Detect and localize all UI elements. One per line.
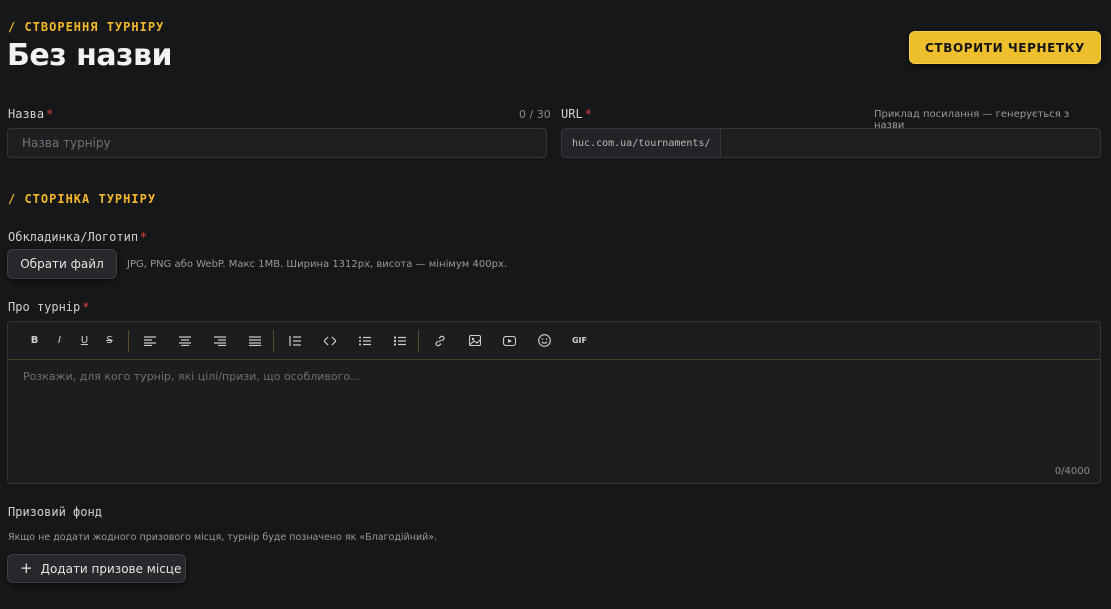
gif-button[interactable]: GIF	[569, 331, 590, 351]
section-kicker-create: / СТВОРЕННЯ ТУРНІРУ	[8, 20, 165, 34]
about-counter: 0/4000	[1054, 466, 1090, 477]
name-counter: 0 / 30	[519, 108, 551, 121]
blockquote-icon[interactable]	[284, 331, 305, 351]
required-mark: *	[584, 107, 592, 121]
required-mark: *	[140, 230, 148, 244]
underline-button[interactable]: U	[74, 331, 95, 351]
section-kicker-page: / СТОРІНКА ТУРНІРУ	[8, 192, 157, 206]
toolbar-divider	[128, 329, 129, 352]
align-center-icon[interactable]	[174, 331, 195, 351]
required-mark: *	[82, 300, 90, 314]
name-input[interactable]: Назва турніру	[7, 128, 547, 158]
choose-file-button[interactable]: Обрати файл	[7, 249, 117, 279]
url-input[interactable]: huc.com.ua/tournaments/	[561, 128, 1101, 158]
prize-label: Призовий фонд	[8, 505, 102, 519]
add-prize-button[interactable]: + Додати призове місце	[7, 554, 186, 583]
strikethrough-button[interactable]: S	[99, 331, 120, 351]
toolbar-divider	[273, 329, 274, 352]
toolbar-divider	[418, 329, 419, 352]
plus-icon: +	[20, 559, 33, 577]
prize-hint: Якщо не додати жодного призового місця, …	[8, 532, 438, 543]
editor-toolbar: B I U S GIF	[8, 322, 1100, 360]
page-title: Без назви	[7, 38, 173, 73]
align-right-icon[interactable]	[209, 331, 230, 351]
bold-button[interactable]: B	[24, 331, 45, 351]
cover-label: Обкладинка/Логотип *	[8, 230, 148, 244]
about-editor[interactable]: B I U S GIF Розкажи, для кого турнір, як…	[7, 321, 1101, 484]
emoji-icon[interactable]	[534, 331, 555, 351]
create-draft-button[interactable]: СТВОРИТИ ЧЕРНЕТКУ	[909, 31, 1101, 64]
name-input-placeholder: Назва турніру	[22, 136, 111, 150]
align-justify-icon[interactable]	[244, 331, 265, 351]
about-label: Про турнір *	[8, 300, 90, 314]
about-placeholder: Розкажи, для кого турнір, які цілі/призи…	[23, 370, 361, 383]
align-left-icon[interactable]	[139, 331, 160, 351]
required-mark: *	[46, 107, 54, 121]
video-icon[interactable]	[499, 331, 520, 351]
url-prefix: huc.com.ua/tournaments/	[562, 129, 722, 157]
code-icon[interactable]	[319, 331, 340, 351]
image-icon[interactable]	[464, 331, 485, 351]
add-prize-label: Додати призове місце	[40, 561, 182, 576]
url-label: URL *	[561, 107, 592, 121]
italic-button[interactable]: I	[49, 331, 70, 351]
bullet-list-icon[interactable]	[354, 331, 375, 351]
link-icon[interactable]	[429, 331, 450, 351]
numbered-list-icon[interactable]	[389, 331, 410, 351]
name-label: Назва *	[8, 107, 54, 121]
cover-hint: JPG, PNG або WebP. Макс 1MB. Ширина 1312…	[127, 259, 508, 270]
